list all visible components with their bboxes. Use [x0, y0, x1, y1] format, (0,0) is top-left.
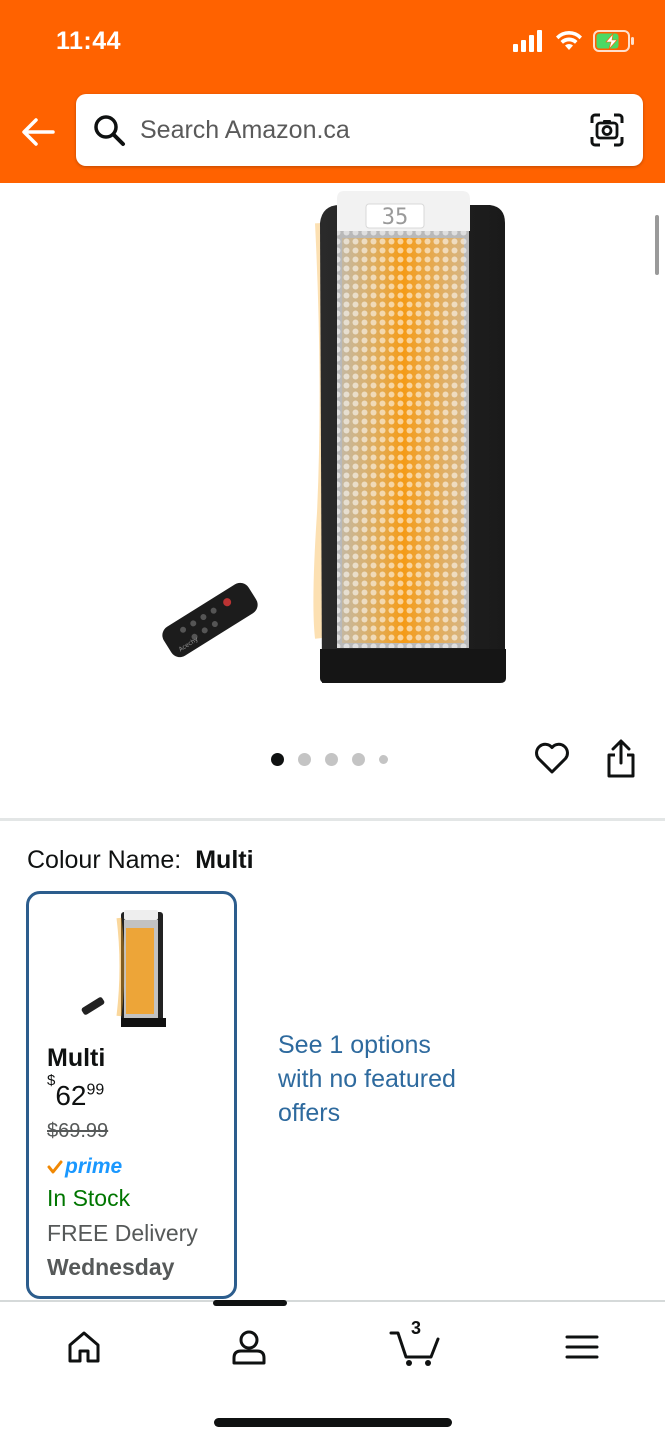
wifi-icon — [556, 30, 582, 50]
bottom-tab-bar: 3 — [0, 1300, 665, 1440]
variant-price: $6299 — [47, 1072, 105, 1112]
price-cents: 99 — [86, 1081, 105, 1099]
colour-name-label: Colour Name: — [27, 846, 182, 874]
arrow-left-icon — [22, 118, 55, 146]
section-divider — [0, 818, 665, 821]
page-dot-3[interactable] — [325, 753, 338, 766]
variant-card-selected[interactable]: Multi $6299 $69.99 prime In Stock FREE D… — [26, 891, 237, 1299]
home-indicator — [214, 1418, 452, 1427]
page-dot-1[interactable] — [271, 753, 284, 766]
cart-count-badge: 3 — [411, 1318, 422, 1338]
account-icon — [232, 1330, 266, 1365]
price-currency: $ — [47, 1071, 56, 1089]
gallery-pagination[interactable] — [271, 753, 388, 766]
share-icon[interactable] — [604, 739, 638, 779]
prime-label: prime — [65, 1155, 123, 1178]
back-button[interactable] — [18, 112, 58, 152]
stock-status: In Stock — [47, 1185, 131, 1211]
page-dot-2[interactable] — [298, 753, 311, 766]
price-whole: 62 — [55, 1080, 87, 1111]
tab-menu[interactable] — [552, 1322, 612, 1372]
prime-badge: prime — [47, 1154, 122, 1180]
camera-search-icon[interactable] — [589, 112, 625, 148]
heater-display-text: 35 — [382, 205, 409, 230]
battery-icon — [593, 30, 634, 52]
app-header: 11:44 — [0, 0, 665, 183]
delivery-text: FREE Delivery — [47, 1220, 198, 1246]
colour-name-row: Colour Name: Multi — [27, 846, 254, 875]
delivery-day: Wednesday — [47, 1254, 175, 1280]
tab-home[interactable] — [54, 1322, 114, 1372]
status-icons — [513, 30, 635, 52]
gallery-scrollbar[interactable] — [655, 215, 659, 275]
menu-icon — [565, 1335, 599, 1359]
tab-account[interactable] — [219, 1322, 279, 1372]
heart-icon[interactable] — [533, 739, 571, 777]
product-image: 35 Acechy — [162, 191, 506, 683]
see-options-link[interactable]: See 1 options with no featured offers — [278, 1028, 478, 1130]
status-time: 11:44 — [56, 27, 122, 55]
colour-name-value: Multi — [195, 846, 254, 874]
variant-thumbnail — [81, 910, 166, 1027]
prime-check-icon — [47, 1160, 63, 1174]
signal-icon — [513, 30, 542, 52]
page-dot-5[interactable] — [379, 755, 388, 764]
product-image-gallery[interactable]: 35 Acechy — [0, 183, 665, 818]
search-bar[interactable] — [76, 94, 643, 166]
search-input[interactable] — [140, 115, 570, 145]
home-icon — [68, 1331, 100, 1363]
list-price: $69.99 — [47, 1120, 109, 1142]
active-tab-indicator — [213, 1300, 287, 1306]
variant-name: Multi — [47, 1044, 106, 1072]
page-dot-4[interactable] — [352, 753, 365, 766]
search-icon — [94, 115, 125, 146]
